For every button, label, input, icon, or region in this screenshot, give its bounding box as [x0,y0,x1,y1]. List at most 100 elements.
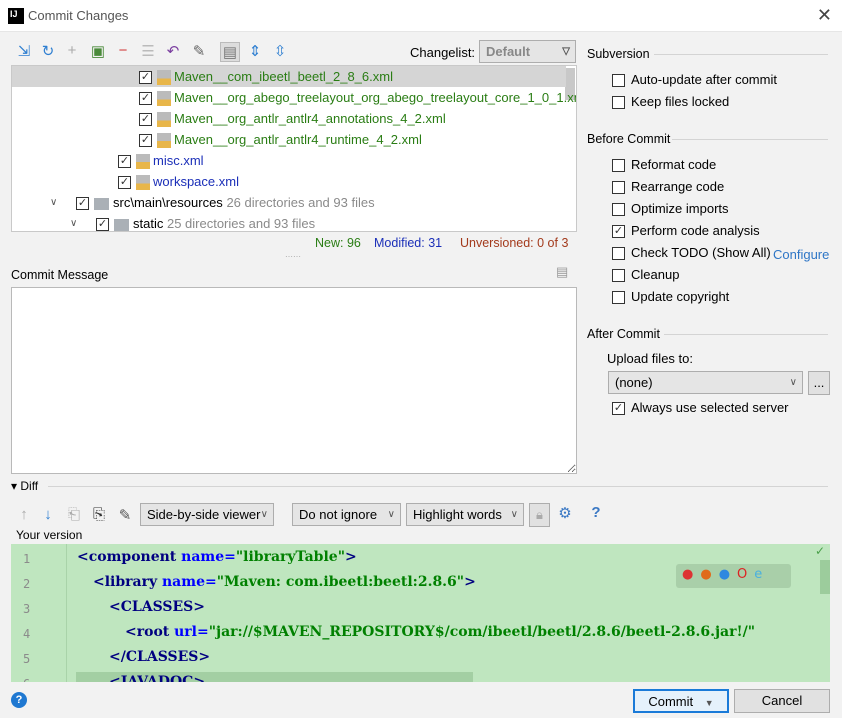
highlight-select[interactable]: Highlight words ∨ [406,503,524,526]
commit-button[interactable]: Commit ▼ [633,689,729,713]
tree-row[interactable]: ∨ src\main\resources 26 directories and 9… [12,192,566,213]
tree-row[interactable]: ∨ static 25 directories and 93 files [12,213,566,231]
previous-diff-icon[interactable]: ↑ [14,506,34,523]
checkbox[interactable] [76,197,89,211]
close-button[interactable]: ✕ [817,5,832,26]
gear-icon[interactable]: ⚙ [555,504,575,522]
chevron-down-icon: ∨ [510,509,518,520]
checkbox[interactable] [612,203,625,217]
chrome-icon[interactable]: ● [682,567,700,582]
checkbox[interactable] [96,218,109,231]
xml-tag-end: > [345,549,357,565]
ie-icon[interactable]: e [754,567,769,582]
checkbox[interactable] [612,225,625,239]
code-line[interactable]: <component name="libraryTable"> [77,549,357,565]
option-keep-files-locked[interactable]: Keep files locked [612,92,729,112]
code-line[interactable]: <JAVADOC> [109,674,205,682]
checkbox[interactable] [612,159,625,173]
file-name: Maven__org_abego_treelayout_org_abego_tr… [174,90,577,105]
checkbox[interactable] [139,113,152,127]
code-line[interactable]: <root url="jar://$MAVEN_REPOSITORY$/com/… [125,624,755,640]
configure-link[interactable]: Configure [773,247,829,262]
remove-icon[interactable]: − [113,42,133,59]
xml-tag: <component [77,549,182,565]
splitter-handle[interactable]: ⋯⋯ [285,252,301,261]
cancel-button[interactable]: Cancel [734,689,830,713]
firefox-icon[interactable]: ● [700,567,718,582]
checkbox[interactable] [612,96,625,110]
file-name: Maven__org_antlr_antlr4_annotations_4_2.… [174,111,446,126]
code-line[interactable]: </CLASSES> [109,649,210,665]
tree-row[interactable]: misc.xml [12,150,566,171]
group-icon[interactable]: ☰ [138,42,158,60]
ignore-select[interactable]: Do not ignore ∨ [292,503,401,526]
safari-icon[interactable]: ● [719,567,737,582]
lock-icon[interactable]: 🔒︎ [529,503,550,527]
show-diff-icon[interactable]: ⇲ [14,42,34,60]
option-update-copyright[interactable]: Update copyright [612,287,729,307]
dropdown-arrow-icon[interactable]: ▼ [705,698,714,708]
refresh-icon[interactable]: ↻ [38,42,58,60]
diff-toggle[interactable]: ▾ Diff [11,479,38,493]
checkbox[interactable] [139,92,152,106]
tree-row[interactable]: workspace.xml [12,171,566,192]
code-line[interactable]: <library name="Maven: com.ibeetl:beetl:2… [93,574,476,590]
option-check-todo-show-all[interactable]: Check TODO (Show All) [612,243,771,263]
checkbox[interactable] [118,155,131,169]
add-icon[interactable]: + [62,42,82,59]
expand-all-icon[interactable]: ⇕ [245,42,265,60]
checkbox[interactable] [612,181,625,195]
option-rearrange-code[interactable]: Rearrange code [612,177,724,197]
tree-row[interactable]: Maven__com_ibeetl_beetl_2_8_6.xml [12,66,566,87]
checkbox[interactable] [118,176,131,190]
unversioned-count[interactable]: Unversioned: 0 of 3 [460,236,568,250]
line-number: 4 [23,627,31,641]
collapse-all-icon[interactable]: ⇳ [270,42,290,60]
checkbox[interactable] [139,134,152,148]
chevron-down-icon[interactable]: ∨ [50,192,57,213]
checkbox[interactable] [612,291,625,305]
code-line[interactable]: <CLASSES> [109,599,205,615]
move-to-changelist-icon[interactable]: ▣ [88,42,108,60]
changes-tree[interactable]: Maven__com_ibeetl_beetl_2_8_6.xml Maven__… [11,65,577,232]
divider [672,139,828,140]
option-cleanup[interactable]: Cleanup [612,265,679,285]
always-use-server-checkbox[interactable]: Always use selected server [612,398,789,418]
checkbox[interactable] [612,74,625,88]
opera-icon[interactable]: O [737,567,754,582]
changelist-select[interactable]: Default ▽ [479,40,576,63]
commit-message-input[interactable] [11,287,577,474]
next-file-icon[interactable]: ⎘ [89,506,109,523]
browse-servers-button[interactable]: ... [808,371,830,395]
checkbox[interactable] [139,71,152,85]
message-history-icon[interactable]: ▤ [556,264,568,280]
checkbox[interactable] [612,247,625,261]
next-diff-icon[interactable]: ↓ [38,506,58,523]
divider [48,486,828,487]
chevron-down-icon[interactable]: ∨ [70,213,77,231]
diff-help-icon[interactable]: ? [586,504,606,521]
help-button[interactable]: ? [11,692,27,708]
tree-row[interactable]: Maven__org_antlr_antlr4_annotations_4_2.… [12,108,566,129]
editor-scrollbar[interactable] [820,560,830,594]
option-optimize-imports[interactable]: Optimize imports [612,199,729,219]
edit-source-icon[interactable]: ✎ [115,506,135,524]
edit-source-icon[interactable]: ✎ [189,42,209,60]
after-commit-title: After Commit [587,327,660,341]
file-detail: 26 directories and 93 files [226,195,375,210]
checkbox[interactable] [612,402,625,416]
previous-file-icon[interactable]: ⎗ [64,506,84,523]
checkbox[interactable] [612,269,625,283]
xml-attr: name [162,574,205,590]
upload-server-select[interactable]: (none) ∨ [608,371,803,394]
option-perform-code-analysis[interactable]: Perform code analysis [612,221,760,241]
group-by-directory-icon[interactable]: ▤ [220,42,240,62]
option-reformat-code[interactable]: Reformat code [612,155,716,175]
xml-tag: </CLASSES> [109,649,211,665]
tree-row[interactable]: Maven__org_antlr_antlr4_runtime_4_2.xml [12,129,566,150]
diff-editor[interactable]: ✓ ●●●Oe 1 <component name="libraryTable">… [11,544,830,682]
viewer-select[interactable]: Side-by-side viewer ∨ [140,503,274,526]
revert-icon[interactable]: ↶ [163,42,183,60]
option-auto-update-after-commit[interactable]: Auto-update after commit [612,70,777,90]
tree-row[interactable]: Maven__org_abego_treelayout_org_abego_tr… [12,87,576,108]
